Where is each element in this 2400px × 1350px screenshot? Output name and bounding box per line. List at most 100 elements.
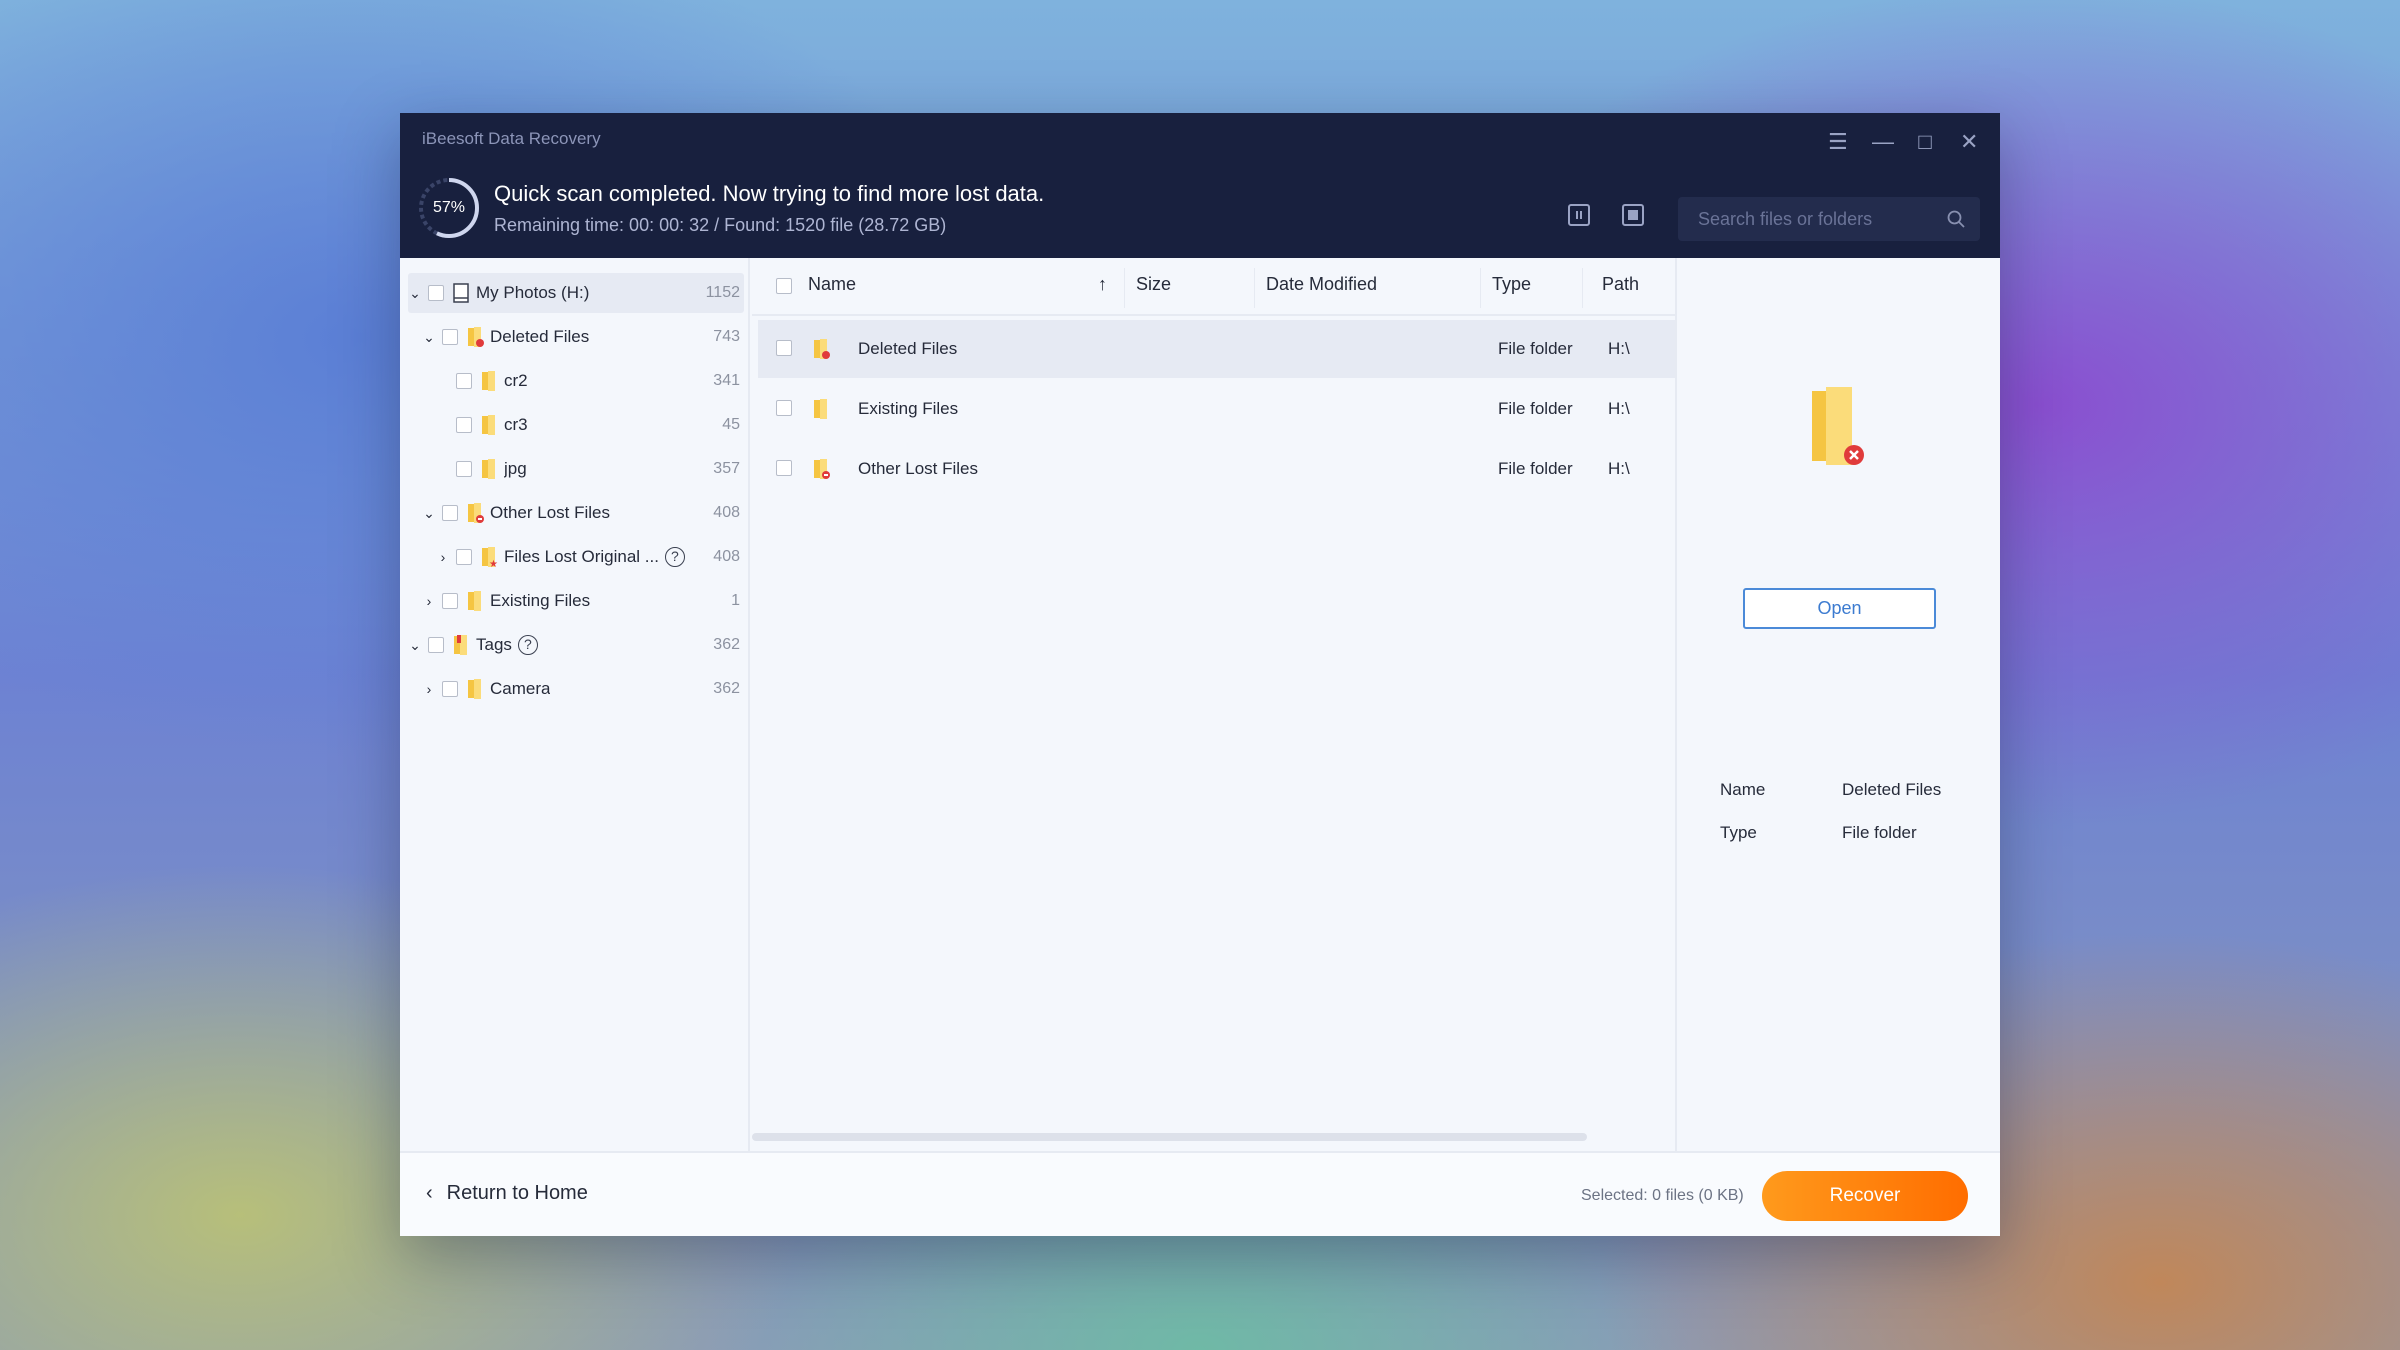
row-type: File folder xyxy=(1498,459,1573,478)
row-checkbox[interactable] xyxy=(776,460,792,476)
checkbox[interactable] xyxy=(428,637,444,653)
checkbox[interactable] xyxy=(456,373,472,389)
tree-item-other-lost-files[interactable]: ⌄ Other Lost Files 408 xyxy=(408,493,744,533)
tree-item-count: 45 xyxy=(722,416,740,433)
help-icon[interactable]: ? xyxy=(517,635,538,655)
selection-info: Selected: 0 files (0 KB) xyxy=(1581,1187,1744,1204)
row-name: Other Lost Files xyxy=(858,459,978,478)
chevron-right-icon[interactable]: › xyxy=(422,593,436,609)
tree-item-label: cr3 xyxy=(504,415,528,434)
checkbox[interactable] xyxy=(456,417,472,433)
starred-folder-icon: ★ xyxy=(482,547,498,568)
scan-status-subtitle: Remaining time: 00: 00: 32 / Found: 1520… xyxy=(494,215,947,235)
tree-item-cr3[interactable]: cr3 45 xyxy=(408,405,744,445)
tree-item-cr2[interactable]: cr2 341 xyxy=(408,361,744,401)
row-path: H:\ xyxy=(1608,399,1630,418)
chevron-right-icon[interactable]: › xyxy=(436,549,450,565)
prop-type-value: File folder xyxy=(1842,823,1917,842)
recover-button[interactable]: Recover xyxy=(1762,1171,1968,1221)
tree-item-tags[interactable]: ⌄ Tags ? 362 xyxy=(408,625,744,665)
stop-icon[interactable] xyxy=(1622,204,1644,226)
checkbox[interactable] xyxy=(442,681,458,697)
tree-item-label: cr2 xyxy=(504,371,528,390)
tree-item-label: jpg xyxy=(504,459,527,478)
tree-item-label: Camera xyxy=(490,679,551,698)
folder-icon xyxy=(468,591,481,611)
folder-icon xyxy=(482,459,495,479)
checkbox[interactable] xyxy=(428,285,444,301)
pause-icon[interactable] xyxy=(1568,204,1590,226)
table-row[interactable]: Other Lost Files File folder H:\ xyxy=(758,440,1675,498)
tree-item-label: Existing Files xyxy=(490,591,591,610)
checkbox[interactable] xyxy=(442,505,458,521)
preview-panel: Open Name Deleted Files Type File folder xyxy=(1678,258,2000,1151)
checkbox[interactable] xyxy=(456,549,472,565)
header-bar: iBeesoft Data Recovery ☰ — □ ✕ 57% Quick… xyxy=(400,113,2000,258)
column-type[interactable]: Type xyxy=(1492,274,1531,295)
tag-folder-icon xyxy=(454,635,467,655)
row-checkbox[interactable] xyxy=(776,400,792,416)
deleted-folder-preview-icon xyxy=(1812,387,1864,465)
table-row[interactable]: Deleted Files File folder H:\ xyxy=(758,320,1675,378)
chevron-down-icon[interactable]: ⌄ xyxy=(408,637,422,654)
table-header: Name ↑ Size Date Modified Type Path xyxy=(752,258,1677,316)
search-icon[interactable] xyxy=(1946,209,1966,229)
tree-item-count: 1 xyxy=(731,592,740,609)
checkbox[interactable] xyxy=(442,329,458,345)
row-checkbox[interactable] xyxy=(776,340,792,356)
tree-item-camera[interactable]: › Camera 362 xyxy=(408,669,744,709)
search-input[interactable] xyxy=(1698,197,1938,241)
column-size[interactable]: Size xyxy=(1136,274,1171,295)
return-home-label: Return to Home xyxy=(446,1182,588,1204)
window-controls: ☰ — □ ✕ xyxy=(1828,131,1978,153)
checkbox[interactable] xyxy=(442,593,458,609)
tree-item-label: Other Lost Files xyxy=(490,503,610,522)
horizontal-scrollbar[interactable] xyxy=(752,1133,1587,1141)
sort-arrow-up-icon[interactable]: ↑ xyxy=(1098,274,1107,295)
tree-item-existing-files[interactable]: › Existing Files 1 xyxy=(408,581,744,621)
svg-text:★: ★ xyxy=(489,559,498,568)
row-path: H:\ xyxy=(1608,339,1630,358)
tree-item-deleted-files[interactable]: ⌄ Deleted Files 743 xyxy=(408,317,744,357)
help-icon[interactable]: ? xyxy=(664,547,685,567)
scan-progress-ring: 57% xyxy=(416,175,482,241)
file-list: Name ↑ Size Date Modified Type Path Dele… xyxy=(752,258,1677,1151)
progress-percent: 57% xyxy=(432,199,466,216)
deleted-folder-icon xyxy=(468,327,484,347)
drive-icon xyxy=(453,283,469,303)
chevron-left-icon: ‹ xyxy=(426,1182,433,1204)
tree-item-my-photos[interactable]: ⌄ My Photos (H:) 1152 xyxy=(408,273,744,313)
checkbox[interactable] xyxy=(456,461,472,477)
folder-icon xyxy=(482,371,495,391)
maximize-icon[interactable]: □ xyxy=(1916,131,1934,153)
folder-icon xyxy=(468,679,481,699)
app-title: iBeesoft Data Recovery xyxy=(422,129,601,148)
open-button[interactable]: Open xyxy=(1743,588,1936,629)
tree-item-count: 408 xyxy=(713,548,740,565)
column-date-modified[interactable]: Date Modified xyxy=(1266,274,1377,295)
chevron-right-icon[interactable]: › xyxy=(422,681,436,697)
column-path[interactable]: Path xyxy=(1602,274,1639,295)
lost-folder-icon xyxy=(468,503,484,523)
chevron-down-icon[interactable]: ⌄ xyxy=(422,505,436,522)
tree-item-count: 341 xyxy=(713,372,740,389)
tree-item-count: 362 xyxy=(713,636,740,653)
tree-item-jpg[interactable]: jpg 357 xyxy=(408,449,744,489)
tree-item-count: 408 xyxy=(713,504,740,521)
lost-folder-icon xyxy=(814,459,830,479)
table-row[interactable]: Existing Files File folder H:\ xyxy=(758,380,1675,438)
select-all-checkbox[interactable] xyxy=(776,278,792,294)
chevron-down-icon[interactable]: ⌄ xyxy=(422,329,436,346)
chevron-down-icon[interactable]: ⌄ xyxy=(408,285,422,302)
row-type: File folder xyxy=(1498,399,1573,418)
minimize-icon[interactable]: — xyxy=(1872,131,1894,153)
search-box xyxy=(1678,197,1980,241)
column-name[interactable]: Name xyxy=(808,274,856,295)
menu-icon[interactable]: ☰ xyxy=(1828,131,1848,153)
close-icon[interactable]: ✕ xyxy=(1960,131,1978,153)
row-name: Existing Files xyxy=(858,399,959,418)
scan-status-title: Quick scan completed. Now trying to find… xyxy=(494,181,1045,206)
return-home-link[interactable]: ‹ Return to Home xyxy=(426,1182,588,1205)
tree-item-files-lost-original[interactable]: › ★ Files Lost Original ... ? 408 xyxy=(408,537,744,577)
tree-item-count: 357 xyxy=(713,460,740,477)
